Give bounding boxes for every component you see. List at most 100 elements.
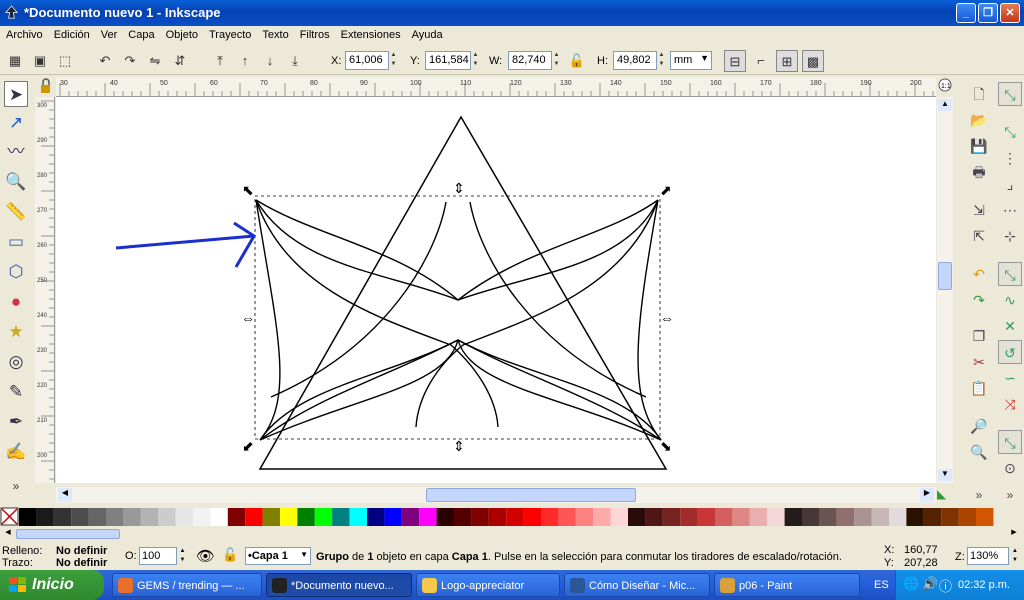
vertical-scrollbar[interactable]: ▲ ▼ (937, 97, 953, 483)
color-swatch[interactable] (88, 508, 106, 526)
drawing-canvas[interactable]: ⬉ ⇕ ⬈ ⇔ ⇔ ⬋ ⇕ ⬊ (56, 97, 936, 483)
maximize-button[interactable]: ❐ (978, 3, 998, 23)
snap-centers-icon[interactable]: ⤡ (998, 430, 1022, 454)
color-swatch[interactable] (836, 508, 855, 526)
color-swatch[interactable] (332, 508, 350, 526)
raise-icon[interactable]: ↑ (234, 50, 256, 72)
color-swatch[interactable] (349, 508, 367, 526)
color-swatch[interactable] (488, 508, 507, 526)
h-field[interactable]: 49,802 (613, 51, 657, 70)
undo-icon[interactable]: ↶ (967, 262, 991, 286)
zoom-field[interactable]: 130% (967, 547, 1009, 565)
opacity-spinner[interactable]: ▲ ▼ (178, 547, 187, 565)
stroke-value[interactable]: No definir (56, 557, 107, 569)
color-swatch[interactable] (384, 508, 402, 526)
spiral-tool-icon[interactable]: ◎ (4, 349, 28, 375)
color-swatch[interactable] (71, 508, 89, 526)
snap-bbox-midpoints-icon[interactable]: ⋯ (998, 198, 1022, 222)
lower-to-bottom-icon[interactable]: ⤓ (284, 50, 306, 72)
layer-lock-icon[interactable]: 🔓 (222, 547, 238, 563)
menu-extensiones[interactable]: Extensiones (335, 26, 406, 41)
snap-bbox-icon[interactable]: ⤡ (998, 120, 1022, 144)
w-spinner[interactable]: ▲ ▼ (552, 51, 561, 70)
color-swatch[interactable] (297, 508, 315, 526)
horizontal-scrollbar[interactable]: ◀ ▶ (56, 487, 936, 503)
print-icon[interactable]: 🖶 (967, 160, 991, 184)
network-icon[interactable]: 🌐 (903, 576, 919, 592)
color-swatch[interactable] (454, 508, 472, 526)
color-swatch[interactable] (784, 508, 802, 526)
color-swatch[interactable] (158, 508, 176, 526)
taskbar-item[interactable]: GEMS / trending — ... (112, 573, 262, 597)
snap-bbox-edges-icon[interactable]: ⋮ (998, 146, 1022, 170)
taskbar-item[interactable]: p06 - Paint (714, 573, 860, 597)
scroll-down-icon[interactable]: ▼ (938, 469, 952, 481)
vertical-scroll-thumb[interactable] (938, 262, 952, 290)
scroll-left-icon[interactable]: ◀ (58, 488, 72, 502)
flip-vertical-icon[interactable]: ⇵ (169, 50, 191, 72)
color-swatch[interactable] (628, 508, 646, 526)
color-swatch[interactable] (245, 508, 263, 526)
menu-objeto[interactable]: Objeto (160, 26, 203, 41)
color-swatch[interactable] (193, 508, 211, 526)
color-swatch[interactable] (401, 508, 420, 526)
new-document-icon[interactable]: 🗋 (967, 82, 991, 106)
raise-to-top-icon[interactable]: ⤒ (209, 50, 231, 72)
deselect-icon[interactable]: ⬚ (54, 50, 76, 72)
minimize-button[interactable]: _ (956, 3, 976, 23)
layer-select[interactable]: •Capa 1 ▼ (245, 547, 311, 565)
color-swatch[interactable] (280, 508, 298, 526)
color-swatch[interactable] (419, 508, 437, 526)
color-swatch[interactable] (262, 508, 280, 526)
selection-handles[interactable]: ⬉ ⇕ ⬈ ⇔ ⇔ ⬋ ⇕ ⬊ (241, 180, 674, 454)
menu-trayecto[interactable]: Trayecto (203, 26, 256, 41)
taskbar-item[interactable]: Logo-appreciator (416, 573, 560, 597)
color-swatch[interactable] (976, 508, 994, 526)
opacity-field[interactable]: 100 (139, 547, 177, 565)
cut-icon[interactable]: ✂ (967, 350, 991, 374)
snap-midpoints-icon[interactable]: ⤨ (998, 392, 1022, 416)
move-gradients-icon[interactable]: ⊞ (776, 50, 798, 72)
paste-icon[interactable]: 📋 (967, 376, 991, 400)
pen-tool-icon[interactable]: ✒ (4, 409, 28, 435)
zoom-fit-icon[interactable]: 1:1 (937, 77, 954, 97)
snap-rotation-center-icon[interactable]: ⊙ (998, 456, 1022, 480)
snap-intersections-icon[interactable]: ✕ (998, 314, 1022, 338)
scroll-right-icon[interactable]: ▶ (920, 488, 934, 502)
menu-edicion[interactable]: Edición (48, 26, 95, 41)
y-field[interactable]: 161,584 (425, 51, 471, 70)
color-swatch[interactable] (558, 508, 576, 526)
x-field[interactable]: 61,006 (345, 51, 389, 70)
color-swatch[interactable] (506, 508, 524, 526)
color-swatch[interactable] (523, 508, 541, 526)
close-button[interactable]: ✕ (1000, 3, 1020, 23)
star-tool-icon[interactable]: ★ (4, 319, 28, 345)
start-button[interactable]: Inicio (0, 570, 104, 600)
color-swatch[interactable] (715, 508, 733, 526)
color-swatch[interactable] (889, 508, 907, 526)
color-swatch[interactable] (367, 508, 385, 526)
color-swatch[interactable] (471, 508, 489, 526)
select-all-icon[interactable]: ▦ (4, 50, 26, 72)
horizontal-scroll-thumb[interactable] (426, 488, 636, 502)
scroll-up-icon[interactable]: ▲ (938, 99, 952, 111)
color-swatch[interactable] (819, 508, 837, 526)
open-icon[interactable]: 📂 (967, 108, 991, 132)
menu-ver[interactable]: Ver (95, 26, 123, 41)
menu-ayuda[interactable]: Ayuda (406, 26, 448, 41)
scale-stroke-icon[interactable]: ⊟ (724, 50, 746, 72)
snap-smooth-nodes-icon[interactable]: ∽ (998, 366, 1022, 390)
color-swatch[interactable] (593, 508, 611, 526)
h-spinner[interactable]: ▲ ▼ (657, 51, 666, 70)
lock-ratio-icon[interactable]: 🔓 (566, 50, 588, 72)
more-snap-icon[interactable]: » (998, 483, 1022, 507)
3d-box-tool-icon[interactable]: ⬡ (4, 259, 28, 285)
rotate-cw-icon[interactable]: ↷ (119, 50, 141, 72)
language-indicator[interactable]: ES (874, 579, 889, 591)
export-icon[interactable]: ⇱ (967, 224, 991, 248)
palette-swatches[interactable] (0, 507, 1024, 527)
more-commands-icon[interactable]: » (967, 483, 991, 507)
ellipse-tool-icon[interactable]: ● (4, 289, 28, 315)
color-swatch[interactable] (314, 508, 333, 526)
menu-capa[interactable]: Capa (122, 26, 159, 41)
